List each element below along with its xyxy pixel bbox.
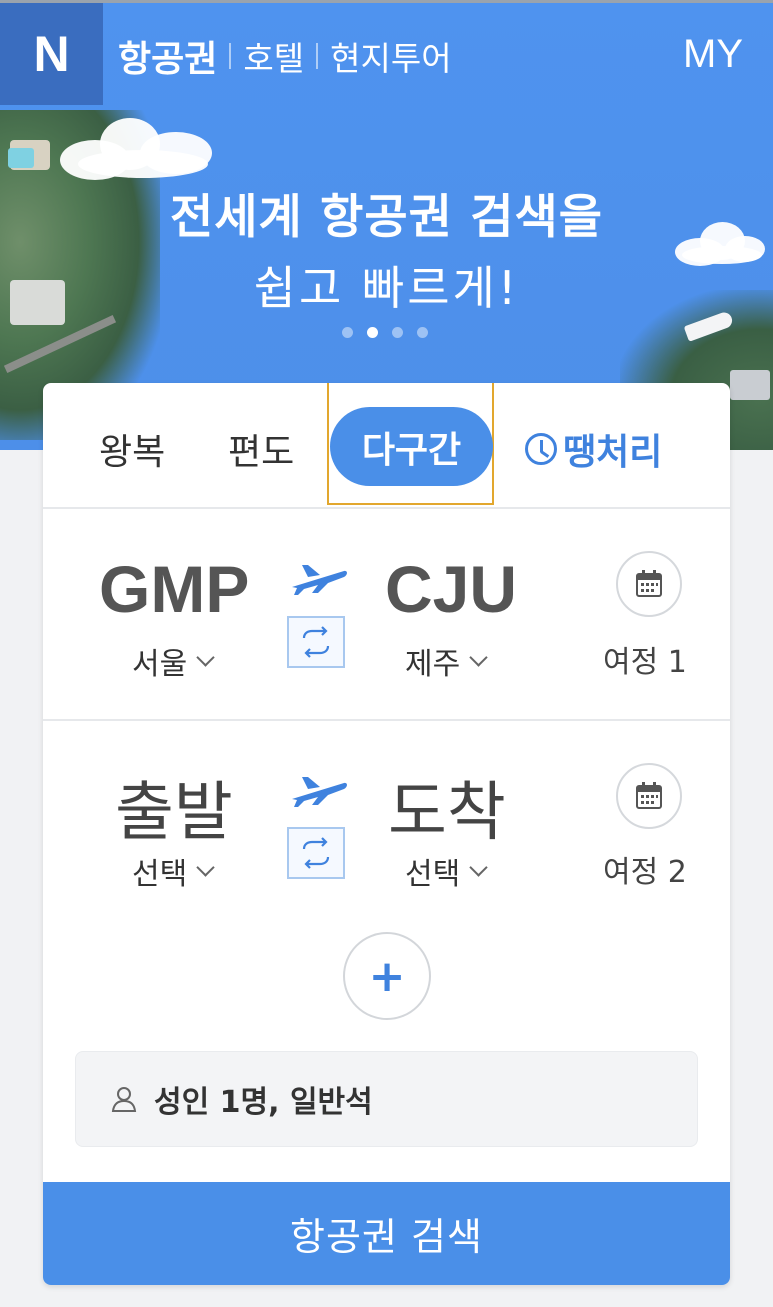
calendar-icon bbox=[636, 570, 662, 597]
trip-type-tabs: 왕복 편도 다구간 땡처리 bbox=[43, 383, 730, 509]
leg-label: 여정 2 bbox=[603, 855, 687, 890]
departure-code[interactable]: 출발 bbox=[115, 761, 233, 853]
carousel-dot[interactable] bbox=[417, 327, 428, 338]
swap-icon bbox=[302, 626, 330, 658]
chevron-down-icon bbox=[196, 857, 215, 877]
passenger-class-selector[interactable]: 성인 1명, 일반석 bbox=[75, 1051, 698, 1147]
arrival-city-label: 선택 bbox=[405, 857, 461, 892]
nav-tours[interactable]: 현지투어 bbox=[330, 32, 451, 80]
departure-city-select[interactable]: 서울 bbox=[132, 639, 215, 683]
departure-city-label: 서울 bbox=[132, 647, 188, 682]
swap-route-button[interactable] bbox=[287, 827, 345, 879]
status-strip bbox=[0, 0, 773, 3]
leg-label: 여정 1 bbox=[603, 645, 687, 680]
tab-multi-city[interactable]: 다구간 bbox=[330, 407, 493, 486]
carousel-indicator[interactable] bbox=[342, 327, 428, 338]
date-picker-button[interactable] bbox=[616, 551, 682, 617]
add-leg-button[interactable]: + bbox=[343, 932, 431, 1020]
passenger-class-label: 성인 1명, 일반석 bbox=[154, 1085, 373, 1120]
chevron-down-icon bbox=[469, 647, 488, 667]
search-flights-button[interactable]: 항공권 검색 bbox=[43, 1182, 730, 1285]
arrival-code[interactable]: 도착 bbox=[388, 761, 506, 853]
chevron-down-icon bbox=[469, 857, 488, 877]
carousel-dot[interactable] bbox=[342, 327, 353, 338]
banner-headline: 전세계 항공권 검색을 bbox=[170, 190, 603, 245]
tab-one-way[interactable]: 편도 bbox=[228, 423, 294, 475]
arrival-city-select[interactable]: 선택 bbox=[405, 849, 488, 893]
nav-flights[interactable]: 항공권 bbox=[118, 30, 217, 82]
my-page-link[interactable]: MY bbox=[683, 32, 743, 77]
arrival-code[interactable]: CJU bbox=[385, 551, 517, 627]
naver-logo[interactable]: N bbox=[0, 3, 103, 105]
itinerary-leg-2: 출발 선택 도착 선택 여정 2 bbox=[43, 721, 730, 931]
date-picker-button[interactable] bbox=[616, 763, 682, 829]
nav-hotels[interactable]: 호텔 bbox=[243, 32, 304, 80]
departure-city-select[interactable]: 선택 bbox=[132, 849, 215, 893]
service-nav: 항공권 호텔 현지투어 bbox=[118, 30, 452, 82]
nav-divider bbox=[316, 43, 319, 69]
airplane-icon bbox=[292, 777, 347, 807]
airplane-icon bbox=[292, 565, 347, 595]
calendar-icon bbox=[636, 782, 662, 809]
tab-last-minute-label: 땡처리 bbox=[563, 432, 663, 473]
banner-subline: 쉽고 빠르게! bbox=[253, 261, 520, 315]
carousel-dot-active[interactable] bbox=[367, 327, 378, 338]
swap-icon bbox=[302, 837, 330, 869]
swap-route-button[interactable] bbox=[287, 616, 345, 668]
nav-divider bbox=[229, 43, 232, 69]
clock-icon bbox=[525, 433, 557, 465]
flight-search-card: 왕복 편도 다구간 땡처리 GMP 서울 CJU 제주 여정 1 출발 선택 도… bbox=[43, 383, 730, 1285]
carousel-dot[interactable] bbox=[392, 327, 403, 338]
departure-code[interactable]: GMP bbox=[99, 551, 249, 627]
chevron-down-icon bbox=[196, 647, 215, 667]
tab-round-trip[interactable]: 왕복 bbox=[99, 423, 165, 475]
person-icon bbox=[111, 1087, 137, 1112]
departure-city-label: 선택 bbox=[132, 857, 188, 892]
tab-last-minute[interactable]: 땡처리 bbox=[525, 423, 662, 475]
arrival-city-label: 제주 bbox=[405, 647, 461, 682]
itinerary-leg-1: GMP 서울 CJU 제주 여정 1 bbox=[43, 509, 730, 721]
arrival-city-select[interactable]: 제주 bbox=[405, 639, 488, 683]
